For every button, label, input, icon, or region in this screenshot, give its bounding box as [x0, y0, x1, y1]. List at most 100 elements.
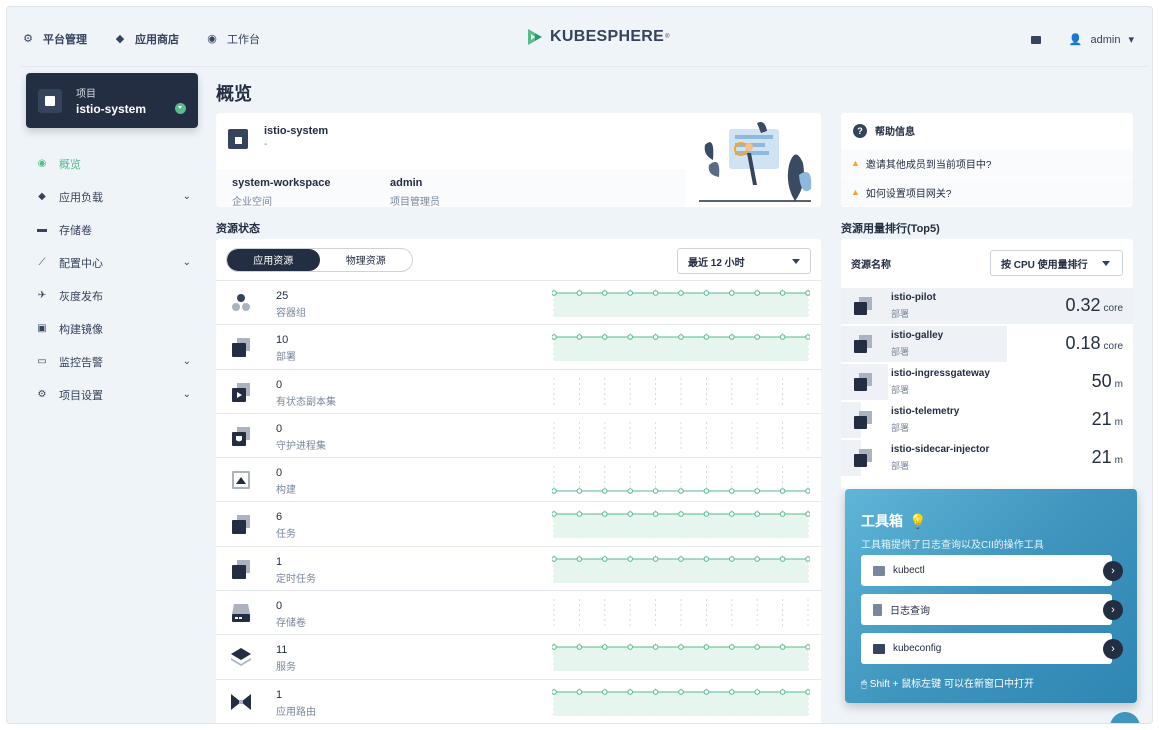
- help-link[interactable]: ▲ 邀请其他成员到当前项目中?: [841, 148, 1133, 177]
- kubesphere-logo[interactable]: KUBESPHERE ®: [526, 28, 670, 46]
- help-title: 帮助信息: [875, 127, 915, 138]
- nav-platform-management[interactable]: ⚙ 平台管理: [21, 31, 87, 47]
- deployment-icon: [854, 335, 872, 353]
- sidebar-item-label: 项目设置: [59, 389, 103, 402]
- nav-label: 应用商店: [135, 33, 179, 46]
- resource-row[interactable]: 11 服务: [216, 635, 821, 680]
- nav-workbench[interactable]: ◉ 工作台: [205, 31, 260, 47]
- ranking-row[interactable]: istio-telemetry 部署 21 m: [841, 401, 1133, 439]
- project-selector[interactable]: 项目 istio-system: [26, 73, 198, 128]
- help-link-label: 如何设置项目网关?: [865, 188, 952, 200]
- resource-row[interactable]: 0 守护进程集: [216, 414, 821, 459]
- ranking-row[interactable]: istio-galley 部署 0.18 core: [841, 325, 1133, 363]
- resource-text: 1 定时任务: [276, 556, 316, 585]
- ranking-header: 资源名称 按 CPU 使用量排行: [841, 239, 1133, 287]
- sidebar-item-overview[interactable]: ◉ 概览: [35, 147, 195, 180]
- resource-row[interactable]: 0 构建: [216, 458, 821, 503]
- resource-type-toggle: 应用资源 物理资源: [226, 247, 413, 272]
- resource-sparkline: [552, 289, 810, 317]
- project-header: istio-system -: [228, 125, 328, 150]
- sidebar-item-monitoring[interactable]: ▭ 监控告警 ⌄: [35, 345, 195, 378]
- sidebar-item-volumes[interactable]: ▬ 存储卷: [35, 213, 195, 246]
- switch-project-icon[interactable]: [175, 103, 186, 114]
- layers-icon: ◆: [38, 191, 46, 202]
- resource-count: 0: [276, 467, 283, 480]
- resource-row[interactable]: 6 任务: [216, 502, 821, 547]
- ranking-type: 部署: [891, 385, 910, 395]
- resource-row[interactable]: 1 定时任务: [216, 547, 821, 592]
- nav-app-store[interactable]: ◆ 应用商店: [113, 31, 179, 47]
- resource-count: 0: [276, 600, 283, 613]
- tool-kubectl[interactable]: kubectl: [861, 555, 1112, 586]
- sidebar-item-image-builder[interactable]: ▣ 构建镜像: [35, 312, 195, 345]
- project-type: 项目: [76, 89, 96, 100]
- help-fab-button[interactable]: [1110, 712, 1140, 723]
- help-link[interactable]: ▲ 如何设置项目网关?: [841, 177, 1133, 206]
- deployment-icon: [854, 449, 872, 467]
- resource-row[interactable]: 0 有状态副本集: [216, 370, 821, 414]
- ranking-type: 部署: [891, 309, 910, 319]
- deployment-icon: [854, 373, 872, 391]
- resource-text: 0 有状态副本集: [276, 379, 336, 408]
- resource-label: 守护进程集: [276, 440, 326, 452]
- time-range-select[interactable]: 最近 12 小时: [677, 248, 811, 274]
- sidebar-item-label: 构建镜像: [59, 323, 103, 336]
- build-icon: [232, 471, 250, 490]
- resource-sparkline: [553, 377, 809, 406]
- sidebar-item-label: 存储卷: [59, 224, 92, 237]
- sidebar-item-config-center[interactable]: ⟋ 配置中心 ⌄: [35, 246, 195, 279]
- resource-sparkline: [552, 554, 810, 583]
- ranking-value: 50 m: [1092, 371, 1123, 392]
- tool-log-search[interactable]: 日志查询: [861, 594, 1112, 625]
- tab-physical-resources[interactable]: 物理资源: [320, 249, 413, 271]
- ranking-value: 0.18 core: [1066, 333, 1124, 354]
- resource-row[interactable]: 10 部署: [216, 325, 821, 370]
- sidebar-item-label: 监控告警: [59, 356, 103, 369]
- deployment-icon: [232, 338, 250, 358]
- tool-kubeconfig[interactable]: kubeconfig: [861, 633, 1112, 664]
- resource-row[interactable]: 0 存储卷: [216, 591, 821, 636]
- chevron-down-icon: ⌄: [182, 191, 191, 202]
- caret-down-icon: [1102, 261, 1110, 266]
- ranking-value-number: 21: [1091, 409, 1112, 429]
- docs-icon[interactable]: [1030, 35, 1041, 44]
- tab-app-resources[interactable]: 应用资源: [227, 248, 320, 271]
- sidebar-item-project-settings[interactable]: ⚙ 项目设置 ⌄: [35, 378, 195, 411]
- ranking-row[interactable]: istio-ingressgateway 部署 50 m: [841, 363, 1133, 401]
- resource-label: 构建: [276, 485, 296, 497]
- ranking-row[interactable]: istio-sidecar-injector 部署 21 m: [841, 439, 1133, 477]
- resource-sparkline: [553, 421, 809, 450]
- resource-row[interactable]: 1 应用路由: [216, 680, 821, 723]
- time-range-value: 最近 12 小时: [688, 257, 745, 269]
- username: admin: [1090, 33, 1121, 46]
- ranking-row[interactable]: istio-pilot 部署 0.32 core: [841, 287, 1133, 325]
- page-title: 概览: [216, 84, 252, 104]
- resource-text: 25 容器组: [276, 290, 306, 319]
- user-menu[interactable]: 👤 admin ▾: [1069, 33, 1134, 47]
- arrow-right-icon[interactable]: ›: [1103, 561, 1123, 581]
- sidebar-menu: ◉ 概览 ◆ 应用负载 ⌄ ▬ 存储卷 ⟋ 配置中心 ⌄ ✈ 灰度发布 ▣ 构建…: [35, 147, 195, 411]
- route-icon: [231, 693, 251, 710]
- sidebar-item-workloads[interactable]: ◆ 应用负载 ⌄: [35, 180, 195, 213]
- sidebar-item-label: 应用负载: [59, 191, 103, 204]
- daemonset-icon: [232, 426, 250, 446]
- resource-label: 部署: [276, 352, 296, 364]
- workspace-value: system-workspace: [232, 177, 331, 189]
- ranking-value: 0.32 core: [1066, 295, 1124, 316]
- arrow-right-icon[interactable]: ›: [1103, 639, 1123, 659]
- arrow-right-icon[interactable]: ›: [1103, 600, 1123, 620]
- sidebar-item-grayscale-release[interactable]: ✈ 灰度发布: [35, 279, 195, 312]
- chevron-down-icon: ⌄: [182, 257, 191, 268]
- resource-count: 1: [276, 555, 283, 568]
- chevron-down-icon: ⌄: [182, 389, 191, 400]
- project-meta: system-workspace 企业空间 admin 项目管理员: [216, 169, 686, 207]
- resource-label: 任务: [276, 529, 296, 541]
- kubesphere-logo-icon: [528, 29, 542, 45]
- resource-row[interactable]: 25 容器组: [216, 281, 821, 326]
- caret-down-icon: ▾: [1128, 34, 1134, 46]
- sort-value: 按 CPU 使用量排行: [1001, 259, 1088, 271]
- sort-select[interactable]: 按 CPU 使用量排行: [990, 250, 1123, 276]
- terminal-icon: [873, 565, 885, 576]
- resource-sparkline: [553, 599, 809, 628]
- toolbox-description: 工具箱提供了日志查询以及CII的操作工具: [861, 540, 1044, 551]
